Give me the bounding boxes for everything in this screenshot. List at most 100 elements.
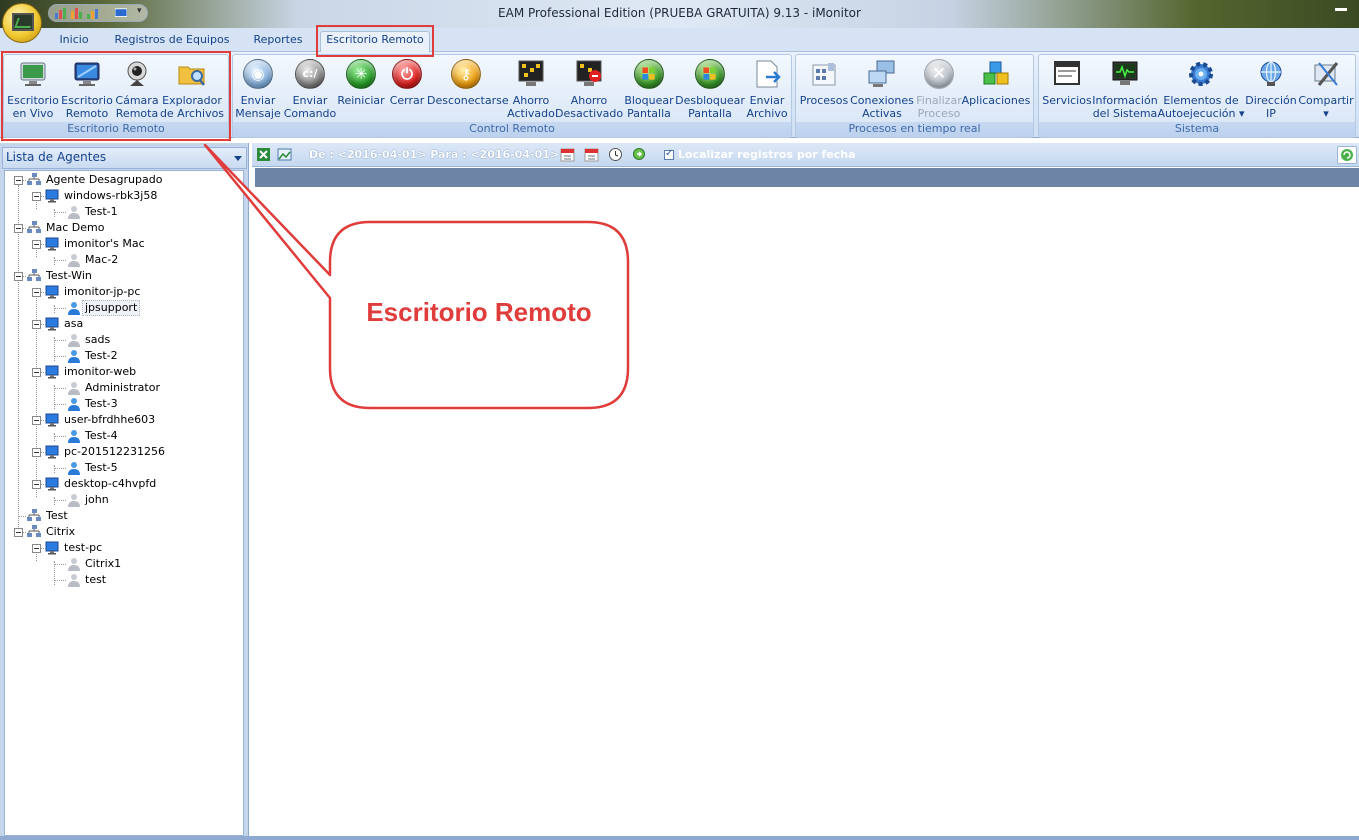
tab-inicio[interactable]: Inicio [50, 32, 98, 52]
tree-node-label: asa [64, 317, 84, 330]
power-save-on-button[interactable]: Ahorro Activado [507, 59, 555, 121]
calendar-end-icon[interactable] [584, 147, 599, 162]
collapse-icon[interactable] [32, 192, 41, 201]
logoff-button[interactable]: ⚷ Desconectarse [427, 59, 509, 121]
tree-node-label: Administrator [85, 381, 160, 394]
tree-node-user-offline[interactable]: Test-1 [5, 204, 241, 220]
tree-node-user-offline[interactable]: Administrator [5, 380, 241, 396]
tree-node-computer[interactable]: asa [5, 316, 241, 332]
tree-node-computer[interactable]: test-pc [5, 540, 241, 556]
restart-button[interactable]: ✳ Reiniciar [337, 59, 385, 121]
power-save-off-button[interactable]: Ahorro Desactivado [555, 59, 623, 121]
send-file-label: Enviar Archivo [746, 94, 788, 120]
collapse-icon[interactable] [32, 480, 41, 489]
tree-node-computer[interactable]: imonitor-web [5, 364, 241, 380]
active-connections-button[interactable]: Conexiones Activas [850, 59, 914, 121]
tree-node-label: Test-5 [85, 461, 118, 474]
computer-icon [45, 285, 59, 299]
services-label: Servicios [1042, 94, 1092, 107]
tree-node-computer[interactable]: imonitor-jp-pc [5, 284, 241, 300]
remote-desktop-button[interactable]: Escritorio Remoto [61, 59, 113, 121]
collapse-icon[interactable] [14, 272, 23, 281]
power-save-on-label: Ahorro Activado [507, 94, 555, 120]
agents-panel-header[interactable]: Lista de Agentes [2, 147, 247, 169]
tree-node-user-online[interactable]: jpsupport [5, 300, 241, 316]
title-bar: ▾ EAM Professional Edition (PRUEBA GRATU… [0, 0, 1359, 28]
minimize-button[interactable] [1329, 0, 1359, 20]
clock-icon[interactable] [608, 147, 623, 162]
date-range-label[interactable]: De : <2016-04-01> Para : <2016-04-01> [309, 148, 559, 161]
collapse-icon[interactable] [32, 240, 41, 249]
tree-node-group[interactable]: Agente Desagrupado [5, 172, 241, 188]
send-file-button[interactable]: Enviar Archivo [745, 59, 789, 121]
remote-camera-button[interactable]: Cámara Remota [114, 59, 160, 121]
export-excel-icon[interactable] [256, 147, 271, 162]
collapse-icon[interactable] [32, 448, 41, 457]
processes-button[interactable]: Procesos [800, 59, 848, 121]
tree-node-user-online[interactable]: Test-3 [5, 396, 241, 412]
collapse-icon[interactable] [32, 288, 41, 297]
collapse-icon[interactable] [32, 320, 41, 329]
system-info-label: Información del Sistema [1092, 94, 1158, 120]
tree-node-group[interactable]: Test [5, 508, 241, 524]
tree-node-user-online[interactable]: Test-4 [5, 428, 241, 444]
live-desktop-label: Escritorio en Vivo [7, 94, 59, 120]
end-process-button[interactable]: ✕ Finalizar Proceso [916, 59, 962, 121]
send-command-button[interactable]: c:/ Enviar Comando [284, 59, 336, 121]
locate-by-date-checkbox[interactable] [664, 148, 674, 160]
tree-node-group[interactable]: Mac Demo [5, 220, 241, 236]
tree-node-user-offline[interactable]: test [5, 572, 241, 588]
tab-escritorio-remoto[interactable]: Escritorio Remoto [320, 31, 430, 53]
tree-node-computer[interactable]: windows-rbk3j58 [5, 188, 241, 204]
export-image-icon[interactable] [277, 147, 292, 162]
collapse-icon[interactable] [32, 416, 41, 425]
lock-screen-button[interactable]: Bloquear Pantalla [624, 59, 674, 121]
tree-node-group[interactable]: Test-Win [5, 268, 241, 284]
collapse-icon[interactable] [14, 176, 23, 185]
collapse-icon[interactable] [14, 528, 23, 537]
ribbon-tabs: Inicio Registros de Equipos Reportes Esc… [0, 28, 1359, 53]
tree-node-label: windows-rbk3j58 [64, 189, 158, 202]
services-button[interactable]: Servicios [1042, 59, 1092, 121]
search-records-icon[interactable] [632, 147, 647, 162]
tree-node-computer[interactable]: desktop-c4hvpfd [5, 476, 241, 492]
tree-node-user-online[interactable]: Test-2 [5, 348, 241, 364]
tree-node-user-offline[interactable]: Citrix1 [5, 556, 241, 572]
tree-node-user-offline[interactable]: john [5, 492, 241, 508]
tree-node-user-online[interactable]: Test-5 [5, 460, 241, 476]
collapse-icon[interactable] [32, 368, 41, 377]
tab-reportes[interactable]: Reportes [246, 32, 310, 52]
unlock-screen-button[interactable]: Desbloquear Pantalla [675, 59, 745, 121]
tree-node-user-offline[interactable]: sads [5, 332, 241, 348]
startup-items-button[interactable]: Elementos de Autoejecución ▾ [1158, 59, 1244, 121]
tree-node-label: desktop-c4hvpfd [64, 477, 157, 490]
tree-node-user-offline[interactable]: Mac-2 [5, 252, 241, 268]
records-toolbar: De : <2016-04-01> Para : <2016-04-01> Lo… [252, 143, 1359, 167]
ip-address-button[interactable]: Dirección IP [1245, 59, 1297, 121]
shutdown-button[interactable]: ⏻ Cerrar [387, 59, 427, 121]
file-explorer-button[interactable]: Explorador de Archivos [160, 59, 224, 121]
share-button[interactable]: Compartir ▾ [1298, 59, 1354, 121]
app-menu-button[interactable] [2, 3, 42, 43]
tree-node-group[interactable]: Citrix [5, 524, 241, 540]
collapse-icon[interactable] [14, 224, 23, 233]
tab-registros-de-equipos[interactable]: Registros de Equipos [108, 32, 236, 52]
calendar-start-icon[interactable] [560, 147, 575, 162]
computer-icon [45, 317, 59, 331]
dropdown-arrow-icon[interactable] [234, 156, 242, 161]
tree-node-label: test-pc [64, 541, 103, 554]
user-online-icon [67, 349, 81, 363]
refresh-button[interactable] [1337, 146, 1357, 164]
processes-label: Procesos [799, 94, 849, 107]
system-info-button[interactable]: Información del Sistema [1092, 59, 1158, 121]
live-desktop-button[interactable]: Escritorio en Vivo [7, 59, 59, 121]
send-command-label: Enviar Comando [283, 94, 337, 120]
tree-node-computer[interactable]: pc-201512231256 [5, 444, 241, 460]
group-label-control-remoto: Control Remoto [233, 122, 791, 137]
send-message-button[interactable]: ◉ Enviar Mensaje [235, 59, 281, 121]
applications-button[interactable]: Aplicaciones [962, 59, 1030, 121]
tree-node-computer[interactable]: imonitor's Mac [5, 236, 241, 252]
lock-screen-label: Bloquear Pantalla [624, 94, 674, 120]
collapse-icon[interactable] [32, 544, 41, 553]
tree-node-computer[interactable]: user-bfrdhhe603 [5, 412, 241, 428]
